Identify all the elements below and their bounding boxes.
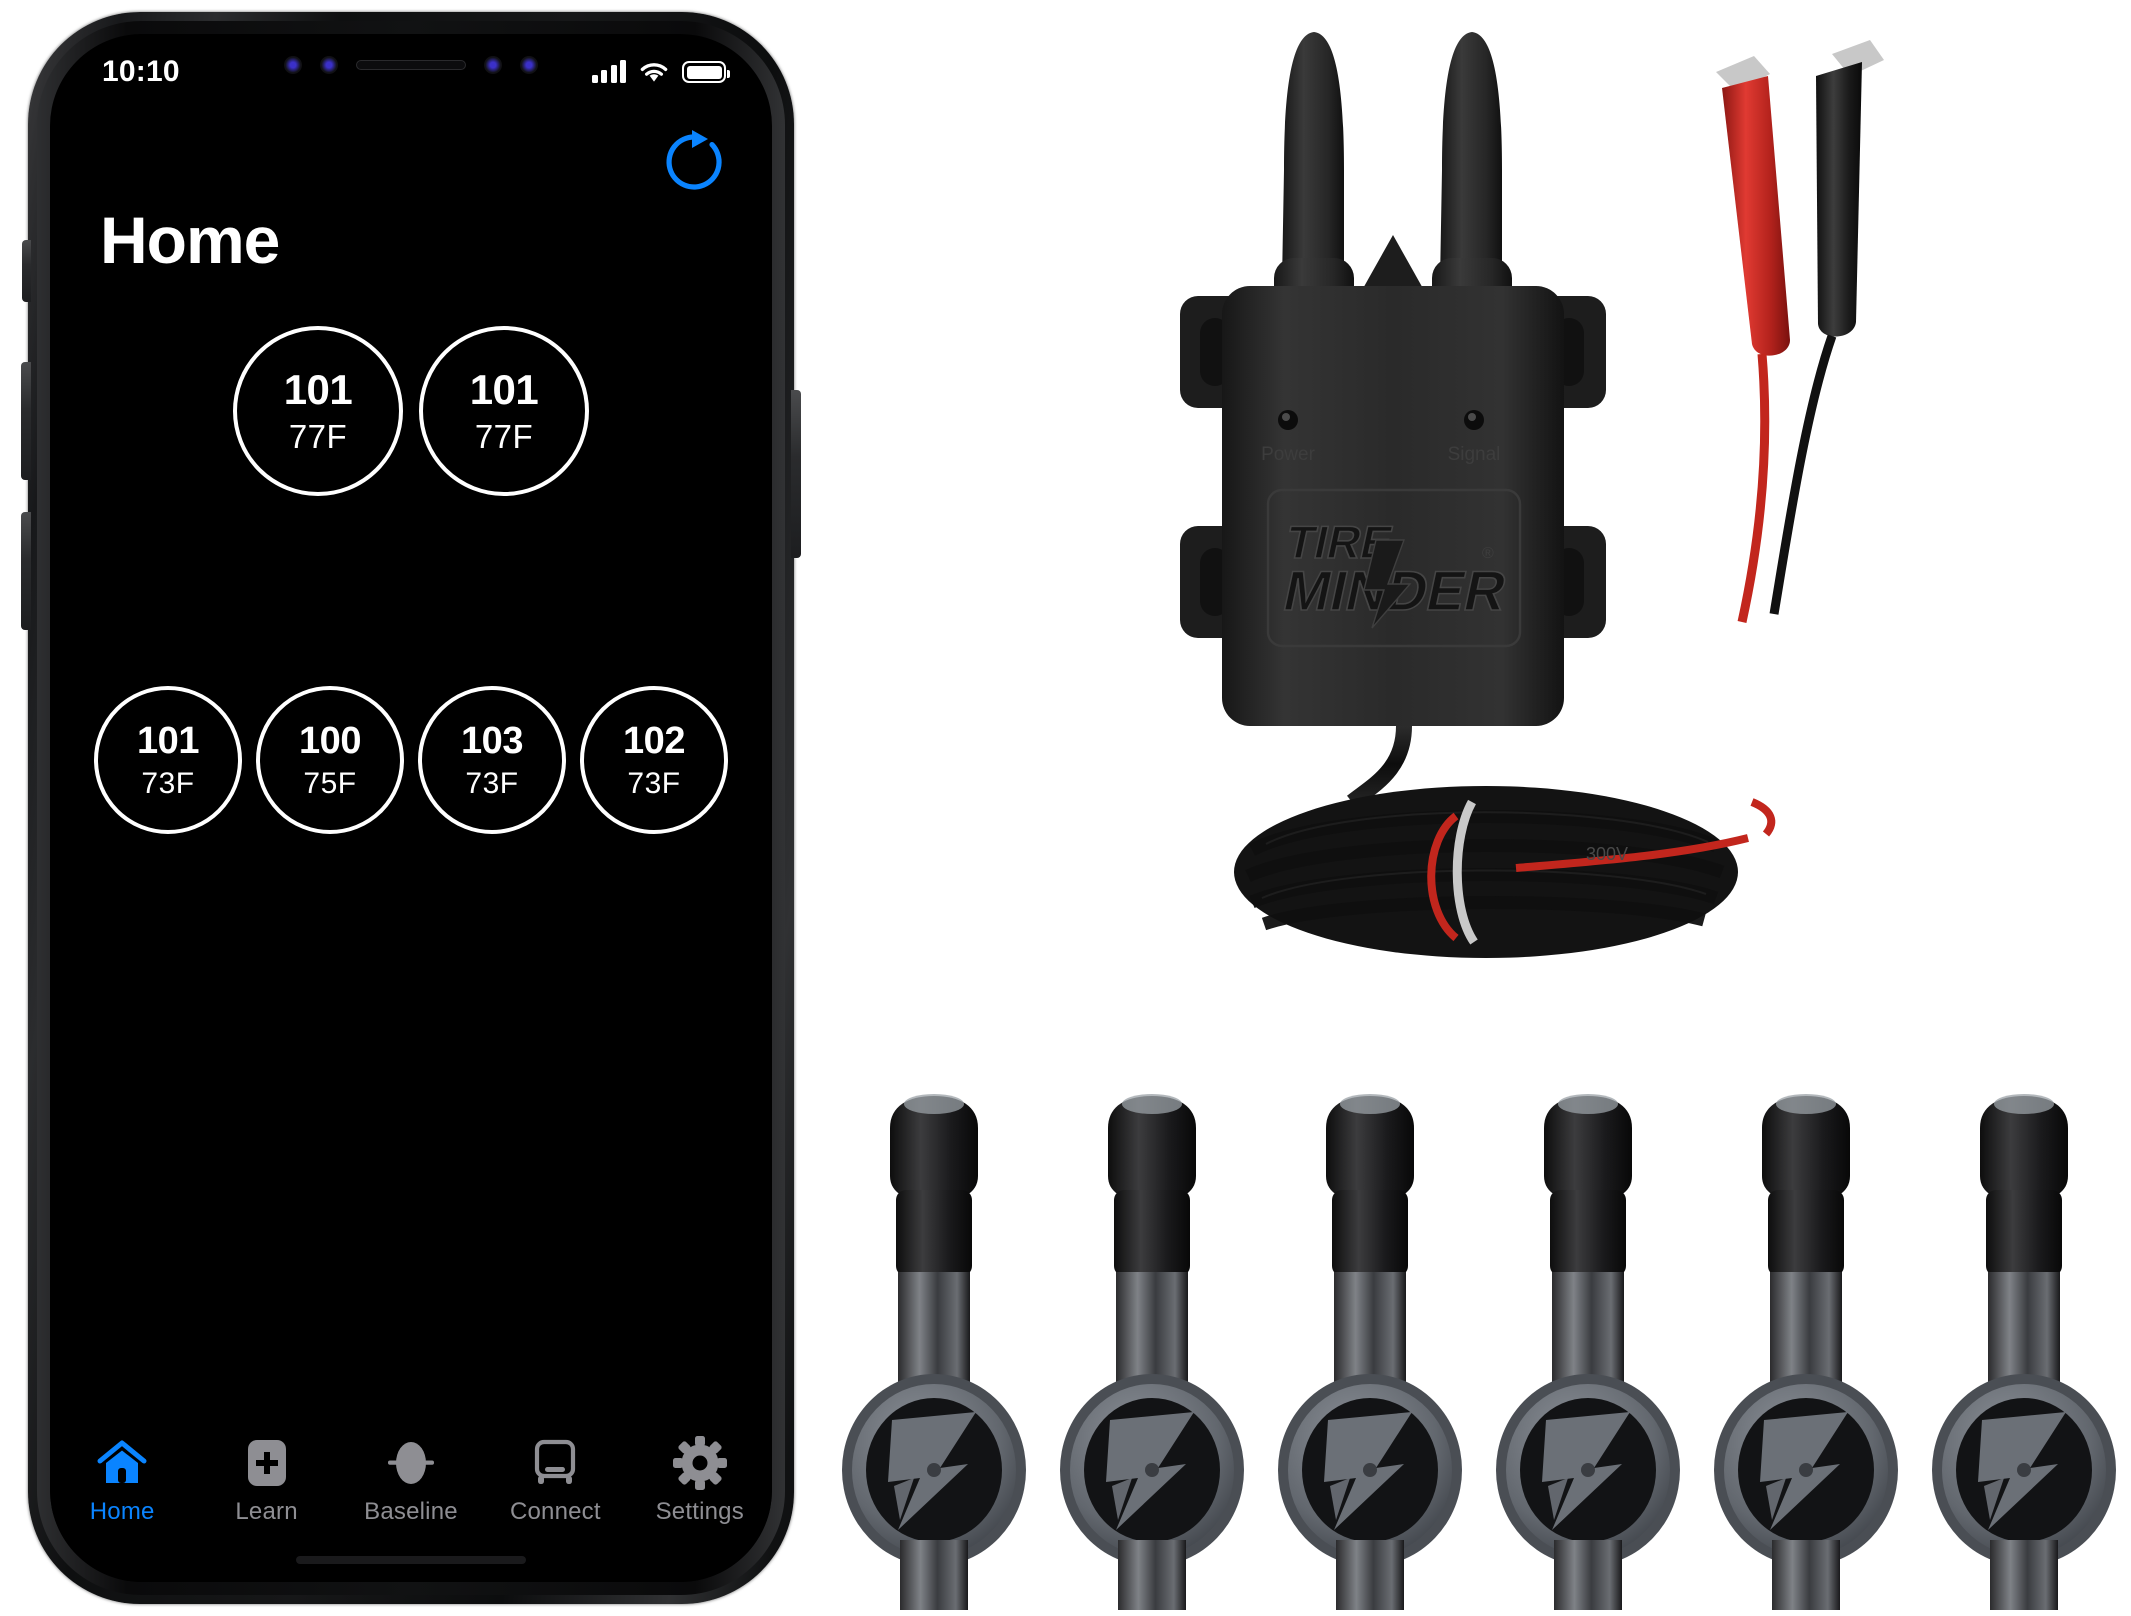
sensor-illustration: [1496, 1094, 1680, 1610]
monitor-body: [1222, 286, 1564, 726]
volume-up-button[interactable]: [21, 362, 31, 480]
sensor-illustration: [1932, 1094, 2116, 1610]
bus-icon: [529, 1434, 581, 1492]
sensor-valve-pin: [2017, 1463, 2031, 1477]
tab-label: Connect: [509, 1498, 601, 1525]
tire-temperature-value: 77F: [288, 418, 348, 455]
tire-sensor-2: [1054, 1090, 1250, 1610]
cable-marking: 300V: [1586, 844, 1628, 864]
tire-sensor-5: [1708, 1090, 1904, 1610]
sensor-valve-pin: [1145, 1463, 1159, 1477]
rear-axle-group: 101 73F 100 75F 103 73F 102 73F: [50, 686, 772, 834]
tab-settings[interactable]: Settings: [636, 1434, 764, 1526]
tire-front-right[interactable]: 101 77F: [419, 326, 589, 496]
tab-label: Home: [89, 1498, 155, 1525]
tab-label: Learn: [235, 1498, 298, 1525]
tire-temperature-value: 73F: [627, 766, 681, 800]
sensor-illustration: [1714, 1094, 1898, 1610]
tire-pressure-value: 103: [461, 719, 523, 762]
volume-down-button[interactable]: [21, 512, 31, 630]
sensor-valve-pin: [1581, 1463, 1595, 1477]
tire-ellipse-icon: [383, 1434, 439, 1492]
tire-temperature-value: 73F: [465, 766, 519, 800]
tab-home[interactable]: Home: [58, 1434, 186, 1526]
page-title: Home: [100, 203, 280, 277]
tab-learn[interactable]: Learn: [203, 1434, 331, 1526]
cable-exit: [1347, 725, 1412, 809]
tire-rear-1[interactable]: 101 73F: [94, 686, 242, 834]
negative-alligator-clip: [1769, 40, 1884, 615]
tire-temperature-value: 73F: [141, 766, 195, 800]
tire-pressure-value: 101: [137, 719, 199, 762]
battery-full-icon: [682, 61, 730, 83]
registered-mark: ®: [1482, 545, 1494, 562]
home-indicator[interactable]: [296, 1556, 526, 1564]
gear-icon: [672, 1434, 727, 1492]
tire-pressure-value: 100: [299, 719, 361, 762]
sensor-valve-pin: [1799, 1463, 1813, 1477]
power-button[interactable]: [791, 390, 801, 558]
plus-square-icon: [245, 1434, 289, 1492]
status-icons: [591, 60, 730, 84]
wifi-icon: [640, 62, 668, 82]
tire-pressure-value: 102: [623, 719, 685, 762]
tire-rear-2[interactable]: 100 75F: [256, 686, 404, 834]
positive-alligator-clip: [1716, 56, 1790, 623]
tire-sensors-row: [836, 1090, 2122, 1610]
sensor-illustration: [1278, 1094, 1462, 1610]
tire-sensor-6: [1926, 1090, 2122, 1610]
cellular-signal-icon: [591, 60, 626, 83]
tireminder-monitor-photo: Power Signal TIRE MINDER ®: [1156, 10, 1926, 1030]
tire-temperature-value: 77F: [474, 418, 534, 455]
status-bar: 10:10: [50, 34, 772, 96]
sensor-valve-pin: [927, 1463, 941, 1477]
tire-front-left[interactable]: 101 77F: [233, 326, 403, 496]
tire-pressure-value: 101: [469, 366, 539, 413]
tab-baseline[interactable]: Baseline: [347, 1434, 475, 1526]
status-time: 10:10: [102, 55, 180, 88]
tire-sensor-4: [1490, 1090, 1686, 1610]
signal-led-label: Signal: [1448, 444, 1501, 465]
product-composite-image: 10:10 Home 101 77F 101 77F 101 73F 100 7…: [0, 0, 2131, 1616]
phone-device: 10:10 Home 101 77F 101 77F 101 73F 100 7…: [21, 12, 801, 1604]
tire-rear-3[interactable]: 103 73F: [418, 686, 566, 834]
tire-sensor-1: [836, 1090, 1032, 1610]
refresh-circular-arrow-icon: [666, 130, 722, 190]
phone-screen: 10:10 Home 101 77F 101 77F 101 73F 100 7…: [50, 34, 772, 1582]
coiled-power-cable: 300V: [1234, 786, 1776, 958]
silent-switch-button[interactable]: [22, 240, 31, 302]
sensor-valve-pin: [1363, 1463, 1377, 1477]
monitor-illustration: Power Signal TIRE MINDER ®: [1180, 32, 1884, 958]
tire-rear-4[interactable]: 102 73F: [580, 686, 728, 834]
tab-connect[interactable]: Connect: [491, 1434, 619, 1526]
sensor-illustration: [842, 1094, 1026, 1610]
tire-sensor-3: [1272, 1090, 1468, 1610]
front-axle-group: 101 77F 101 77F: [50, 326, 772, 496]
tab-label: Settings: [655, 1498, 744, 1525]
sensor-illustration: [1060, 1094, 1244, 1610]
tire-temperature-value: 75F: [303, 766, 357, 800]
refresh-button[interactable]: [662, 130, 726, 194]
tire-pressure-value: 101: [283, 366, 353, 413]
tab-label: Baseline: [364, 1498, 458, 1525]
power-led-label: Power: [1261, 444, 1316, 465]
house-icon: [95, 1434, 149, 1492]
antenna-center-ridge: [1361, 235, 1425, 292]
